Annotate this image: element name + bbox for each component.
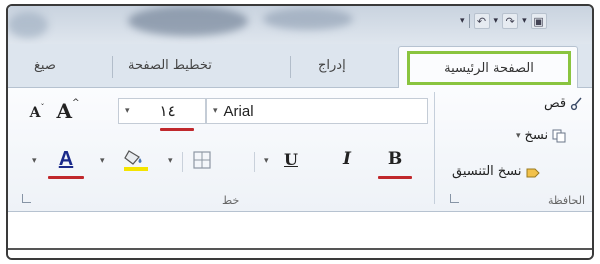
borders-dropdown-icon[interactable]: ▾ [168, 156, 173, 166]
cut-button[interactable]: قص [544, 96, 584, 111]
font-group-label: خط [222, 194, 240, 207]
format-painter-icon [526, 168, 540, 177]
format-painter-button[interactable]: نسخ التنسيق [452, 164, 540, 179]
excel-ribbon-window: ▾ ↶ ▾ ↷ ▾ ▣ صيغ تخطيط الصفحة إدراج الصفح… [6, 4, 594, 260]
bold-annotation-underline [378, 176, 412, 179]
copy-dropdown-icon[interactable]: ▾ [516, 131, 521, 141]
tab-home[interactable]: الصفحة الرئيسية [407, 51, 571, 85]
font-color-button[interactable]: A [50, 146, 82, 172]
title-bar: ▾ ↶ ▾ ↷ ▾ ▣ [8, 6, 592, 44]
font-color-annotation-underline [48, 176, 84, 179]
underline-button[interactable]: U [278, 146, 304, 172]
save-icon[interactable]: ▣ [530, 13, 547, 29]
borders-icon [193, 151, 211, 169]
redo-dropdown-icon[interactable]: ▾ [522, 16, 527, 26]
tab-home-active[interactable]: الصفحة الرئيسية [398, 46, 578, 88]
fill-color-dropdown-icon[interactable]: ▾ [100, 156, 105, 166]
clipboard-dialog-launcher-icon[interactable] [450, 194, 459, 203]
font-name-dropdown-icon[interactable]: ▾ [207, 106, 224, 116]
tab-formulas[interactable]: صيغ [34, 58, 56, 73]
bold-button[interactable]: B [382, 146, 408, 172]
undo-icon[interactable]: ↶ [473, 13, 490, 29]
worksheet-area [8, 212, 592, 258]
font-size-combo[interactable]: ▾ ١٤ [118, 98, 206, 124]
grow-font-button[interactable]: A ^ [54, 98, 82, 124]
fill-color-button[interactable] [118, 146, 154, 174]
cut-icon [571, 97, 582, 110]
font-color-dropdown-icon[interactable]: ▾ [32, 156, 37, 166]
ribbon-tabs: صيغ تخطيط الصفحة إدراج الصفحة الرئيسية [8, 44, 592, 88]
tab-page-layout[interactable]: تخطيط الصفحة [128, 58, 212, 73]
font-size-annotation-underline [160, 128, 194, 131]
redo-icon[interactable]: ↷ [502, 13, 519, 29]
quick-access-toolbar: ▾ ↶ ▾ ↷ ▾ ▣ [460, 12, 547, 30]
font-dialog-launcher-icon[interactable] [22, 194, 31, 203]
font-size-dropdown-icon[interactable]: ▾ [119, 106, 136, 116]
fill-color-icon [124, 150, 148, 171]
underline-dropdown-icon[interactable]: ▾ [264, 156, 269, 166]
copy-button[interactable]: ▾ نسخ [516, 128, 566, 143]
italic-button[interactable]: I [334, 146, 360, 172]
shrink-font-button[interactable]: Aˇ [26, 102, 48, 124]
clipboard-group-label: الحافظة [548, 194, 586, 207]
borders-button[interactable] [188, 148, 216, 172]
font-name-combo[interactable]: ▾ Arial [206, 98, 428, 124]
ribbon-body: Aˇ A ^ ▾ ١٤ ▾ Arial ▾ A ▾ ▾ ▾ U I B خط ق… [8, 88, 592, 212]
tab-insert[interactable]: إدراج [318, 58, 346, 73]
undo-dropdown-icon[interactable]: ▾ [494, 16, 499, 26]
qat-dropdown-icon[interactable]: ▾ [460, 16, 465, 26]
copy-icon [552, 129, 566, 142]
